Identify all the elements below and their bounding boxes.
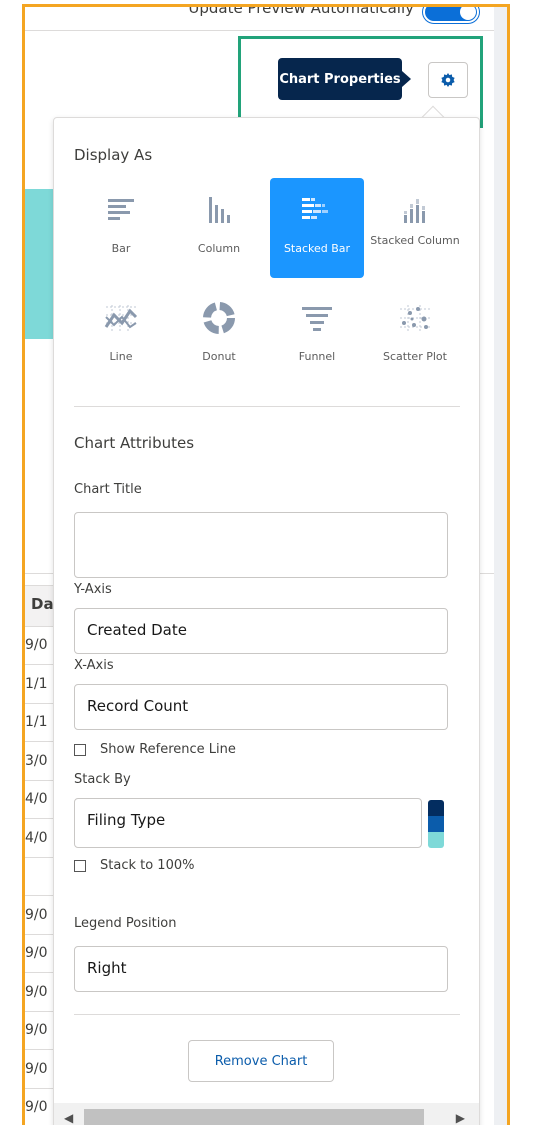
chart-type-label: Funnel [298,350,336,363]
chart-title-label: Chart Title [74,482,142,497]
chart-type-bar[interactable]: Bar [74,178,168,278]
display-as-heading: Display As [74,146,153,164]
update-preview-label: Update Preview Automatically [188,4,414,17]
chart-type-label: Stacked Bar [283,242,351,255]
legend-position-label: Legend Position [74,916,177,931]
stack-by-label: Stack By [74,772,131,787]
stack-by-select[interactable]: Filing Type [74,798,422,848]
chart-properties-tooltip: Chart Properties [278,58,411,100]
show-reference-line-row[interactable]: Show Reference Line [74,742,236,757]
chart-title-input[interactable] [74,512,448,578]
funnel-chart-icon [302,307,332,331]
stacked-bar-chart-icon [302,198,328,219]
chart-type-label: Donut [202,350,236,363]
chart-type-column[interactable]: Column [172,178,266,278]
stack-color-swatch[interactable] [428,800,444,848]
table-row[interactable]: 1/1 [25,704,53,742]
table-cell: 9/0 [25,1060,48,1077]
column-header-text: Da [31,595,54,613]
table-column-header[interactable]: Da [25,585,54,627]
legend-position-select[interactable]: Right [74,946,448,992]
swatch-navy [428,800,444,816]
chart-attributes-heading: Chart Attributes [74,434,195,452]
swatch-teal [428,832,444,848]
scroll-left-icon[interactable]: ◀ [64,1111,73,1125]
y-axis-label: Y-Axis [74,582,112,597]
table-cell: 9/0 [25,983,48,1000]
chart-type-label: Stacked Column [370,234,460,247]
chart-type-label: Column [197,242,241,255]
table-row[interactable]: 9/0 [25,897,53,935]
chart-type-stacked-column[interactable]: Stacked Column [368,178,462,278]
chart-type-line[interactable]: Line [74,286,168,386]
table-cell: 4/0 [25,791,48,807]
stack-to-100-row[interactable]: Stack to 100% [74,858,194,873]
table-cell: 9/0 [25,637,48,653]
chart-type-label: Bar [111,242,131,255]
chart-type-label: Scatter Plot [383,350,447,363]
stack-to-100-label: Stack to 100% [100,858,195,873]
scatter-plot-icon [400,305,430,331]
table-row[interactable]: 3/0 [25,743,53,781]
stacked-column-chart-icon [404,199,425,223]
line-chart-icon [104,305,138,331]
horizontal-scrollbar[interactable]: ◀ ▶ [54,1103,479,1125]
scroll-right-icon[interactable]: ▶ [456,1111,465,1125]
table-cell: 9/0 [25,906,48,923]
table-cell: 1/1 [25,714,48,730]
report-toolbar: Update Preview Automatically [25,7,494,31]
donut-chart-icon [203,302,235,334]
table-cell: 9/0 [25,1022,48,1038]
chart-type-funnel[interactable]: Funnel [270,286,364,386]
section-divider [74,1014,460,1015]
chart-type-scatter-plot[interactable]: Scatter Plot [368,286,462,386]
table-row[interactable] [25,858,53,896]
table-row[interactable]: 9/0 [25,1051,53,1089]
table-row[interactable]: 9/0 [25,1012,53,1050]
right-gutter [494,7,507,1125]
table-cell: 1/1 [25,675,48,692]
gear-icon [441,73,455,87]
show-reference-line-label: Show Reference Line [100,742,236,757]
toggle-knob [460,7,476,20]
table-row[interactable]: 9/0 [25,935,53,973]
show-reference-line-checkbox[interactable] [74,743,86,756]
table-cell: 9/0 [25,945,48,961]
chart-type-donut[interactable]: Donut [172,286,266,386]
column-chart-icon [209,197,230,223]
table-row[interactable]: 1/1 [25,666,53,704]
app-frame: Update Preview Automatically Da 9/0 1/1 1/… [22,4,510,1125]
chart-properties-panel: Display As Bar Column Stacked Bar Stacke… [53,117,480,1125]
chart-preview-bar [25,189,53,339]
preview-divider-right [480,573,494,574]
table-row[interactable]: 4/0 [25,820,53,858]
table-row[interactable]: 9/0 [25,974,53,1012]
bar-chart-icon [108,199,134,220]
chart-properties-button[interactable] [428,62,468,98]
swatch-blue [428,816,444,832]
table-cell: 4/0 [25,829,48,846]
x-axis-label: X-Axis [74,658,114,673]
x-axis-select[interactable]: Record Count [74,684,448,730]
scrollbar-thumb[interactable] [84,1109,424,1125]
chart-type-stacked-bar[interactable]: Stacked Bar [270,178,364,278]
y-axis-select[interactable]: Created Date [74,608,448,654]
remove-chart-button[interactable]: Remove Chart [188,1040,334,1082]
table-row[interactable]: 9/0 [25,1089,53,1125]
table-row[interactable]: 9/0 [25,627,53,665]
section-divider [74,406,460,407]
preview-divider [25,573,53,574]
update-preview-toggle[interactable] [423,7,479,23]
table-cell: 9/0 [25,1099,48,1115]
table-row[interactable]: 4/0 [25,781,53,819]
chart-type-label: Line [109,350,133,363]
table-cell: 3/0 [25,752,48,769]
stack-to-100-checkbox[interactable] [74,859,86,872]
